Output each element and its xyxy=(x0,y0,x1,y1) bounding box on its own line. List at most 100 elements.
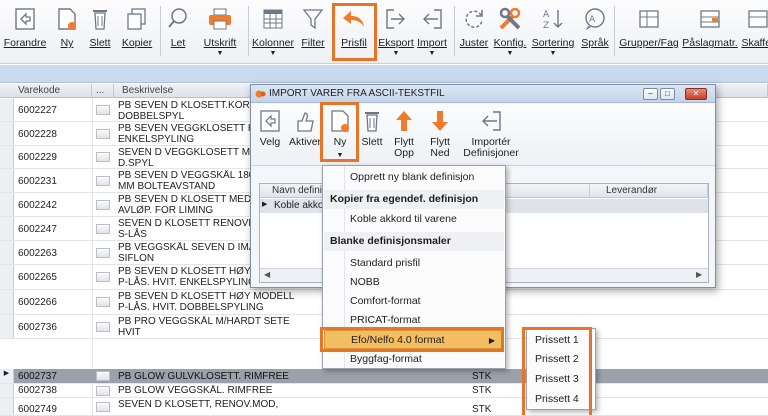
maximize-icon: □ xyxy=(665,89,670,98)
ribbon-separator xyxy=(160,6,161,56)
row-checkbox[interactable] xyxy=(96,200,110,210)
row-selector[interactable] xyxy=(0,290,14,314)
ribbon-separator xyxy=(454,6,455,56)
menu-item-standard-prisfil[interactable]: Standard prisfil xyxy=(324,254,504,273)
row-checkbox[interactable] xyxy=(96,224,110,234)
utskrift-button[interactable]: Utskrift ▼ xyxy=(196,2,244,62)
kopier-button[interactable]: Kopier xyxy=(118,2,156,62)
minimize-button[interactable]: – xyxy=(643,88,658,100)
row-selector[interactable] xyxy=(0,169,14,192)
import-button[interactable]: Import ▼ xyxy=(414,2,450,62)
row-selector[interactable]: ▶ xyxy=(0,369,14,383)
row-checkbox[interactable] xyxy=(96,402,110,412)
juster-button[interactable]: Juster xyxy=(458,2,490,62)
menu-item-comfort-format[interactable]: Comfort-format xyxy=(324,292,504,311)
maximize-button[interactable]: □ xyxy=(660,88,675,100)
row-checkbox[interactable] xyxy=(96,371,110,381)
column-header-more[interactable]: ... xyxy=(92,84,114,98)
menu-item-koble-akkord[interactable]: Koble akkord til varene xyxy=(324,210,504,229)
table-row-selected[interactable]: ▶ 6002737 PB GLOW GULVKLOSETT. RIMFREE S… xyxy=(0,369,768,384)
row-selector[interactable] xyxy=(0,146,14,168)
paslagmatr-button[interactable]: Påslagmatr. xyxy=(682,2,738,62)
row-selector[interactable] xyxy=(0,217,14,240)
kolonner-button[interactable]: Kolonner ▼ xyxy=(252,2,294,62)
row-selector[interactable] xyxy=(0,122,14,145)
row-selector[interactable] xyxy=(0,384,14,397)
column-header-leverandor[interactable]: Leverandør xyxy=(590,184,708,198)
select-icon xyxy=(257,108,283,134)
row-selector[interactable] xyxy=(0,241,14,264)
efo-highlight-box xyxy=(320,327,504,352)
ny-highlight-box xyxy=(320,102,359,162)
column-header-varekode[interactable]: Varekode xyxy=(0,84,92,98)
menu-item-byggfag-format[interactable]: Byggfag-format xyxy=(324,350,504,369)
menu-item-create-blank[interactable]: Opprett ny blank definisjon xyxy=(324,168,504,187)
ribbon-separator xyxy=(614,6,615,56)
filter-icon xyxy=(299,4,327,34)
eksport-button[interactable]: Eksport ▼ xyxy=(376,2,416,62)
row-indicator-icon: ▶ xyxy=(262,201,268,208)
row-checkbox[interactable] xyxy=(96,386,110,396)
arrow-up-icon xyxy=(391,108,417,134)
sortering-button[interactable]: AZ Sortering ▼ xyxy=(530,2,576,62)
row-checkbox[interactable] xyxy=(96,129,110,139)
sort-az-icon: AZ xyxy=(539,4,567,34)
dialog-titlebar[interactable]: IMPORT VARER FRA ASCII-TEKSTFIL – □ ✕ xyxy=(251,85,715,103)
filter-button[interactable]: Filter xyxy=(298,2,328,62)
row-checkbox[interactable] xyxy=(96,176,110,186)
row-checkbox[interactable] xyxy=(96,322,110,332)
dropdown-arrow-icon: ▼ xyxy=(428,50,436,57)
import-icon xyxy=(478,108,504,134)
aktiver-button[interactable]: Aktiver xyxy=(287,108,323,148)
ny-button[interactable]: Ny xyxy=(54,2,80,62)
table-row[interactable]: 6002749 SEVEN D KLOSETT, RENOV.MOD, STK xyxy=(0,398,768,416)
skaffer-button[interactable]: Skaffer xyxy=(738,2,768,62)
close-button[interactable]: ✕ xyxy=(685,88,707,100)
scroll-right-icon[interactable]: ▶ xyxy=(696,270,702,279)
slett-definition-button[interactable]: Slett xyxy=(359,108,385,148)
matrix-icon xyxy=(696,4,724,34)
main-ribbon-toolbar: Forandre Ny Slett Kopier Let Utskrift ▼ xyxy=(0,0,768,64)
copy-icon xyxy=(123,4,151,34)
dropdown-arrow-icon: ▼ xyxy=(269,50,277,57)
forandre-button[interactable]: Forandre xyxy=(2,2,48,62)
ribbon-separator xyxy=(248,6,249,56)
refresh-icon xyxy=(460,4,488,34)
row-checkbox[interactable] xyxy=(96,272,110,282)
row-checkbox[interactable] xyxy=(96,105,110,115)
slett-button[interactable]: Slett xyxy=(86,2,114,62)
let-button[interactable]: Let xyxy=(164,2,192,62)
row-selector[interactable] xyxy=(0,398,14,415)
row-selector[interactable] xyxy=(0,99,14,121)
grupper-fag-button[interactable]: Grupper/Fag xyxy=(618,2,680,62)
row-checkbox[interactable] xyxy=(96,297,110,307)
prisfil-highlight-box xyxy=(332,3,377,61)
flytt-opp-button[interactable]: Flytt Opp xyxy=(391,108,417,159)
language-icon: A xyxy=(581,4,609,34)
flytt-ned-button[interactable]: Flytt Ned xyxy=(427,108,453,159)
printer-icon xyxy=(206,4,234,34)
columns-icon xyxy=(259,4,287,34)
row-selector[interactable] xyxy=(0,265,14,289)
velg-button[interactable]: Velg xyxy=(255,108,285,148)
close-icon: ✕ xyxy=(692,89,700,98)
export-icon xyxy=(382,4,410,34)
new-document-icon xyxy=(53,4,81,34)
scroll-left-icon[interactable]: ◀ xyxy=(264,270,270,279)
importer-definisjoner-button[interactable]: Importér Definisjoner xyxy=(463,108,519,159)
row-selector[interactable] xyxy=(0,193,14,216)
menu-item-nobb[interactable]: NOBB xyxy=(324,273,504,292)
sprak-button[interactable]: A Språk xyxy=(578,2,612,62)
minimize-icon: – xyxy=(648,89,653,98)
row-checkbox[interactable] xyxy=(96,152,110,162)
konfig-button[interactable]: Konfig. ▼ xyxy=(492,2,528,62)
activate-hand-icon xyxy=(292,108,318,134)
import-icon xyxy=(418,4,446,34)
table-row[interactable]: 6002738 PB GLOW VEGGSKÅL. RIMFREE STK xyxy=(0,384,768,398)
prissett-highlight-box xyxy=(522,327,592,415)
trash-icon xyxy=(86,4,114,34)
menu-header-copy: Kopier fra egendef. definisjon xyxy=(324,190,504,209)
row-selector[interactable] xyxy=(0,315,14,338)
row-checkbox[interactable] xyxy=(96,248,110,258)
group-band xyxy=(0,65,768,83)
